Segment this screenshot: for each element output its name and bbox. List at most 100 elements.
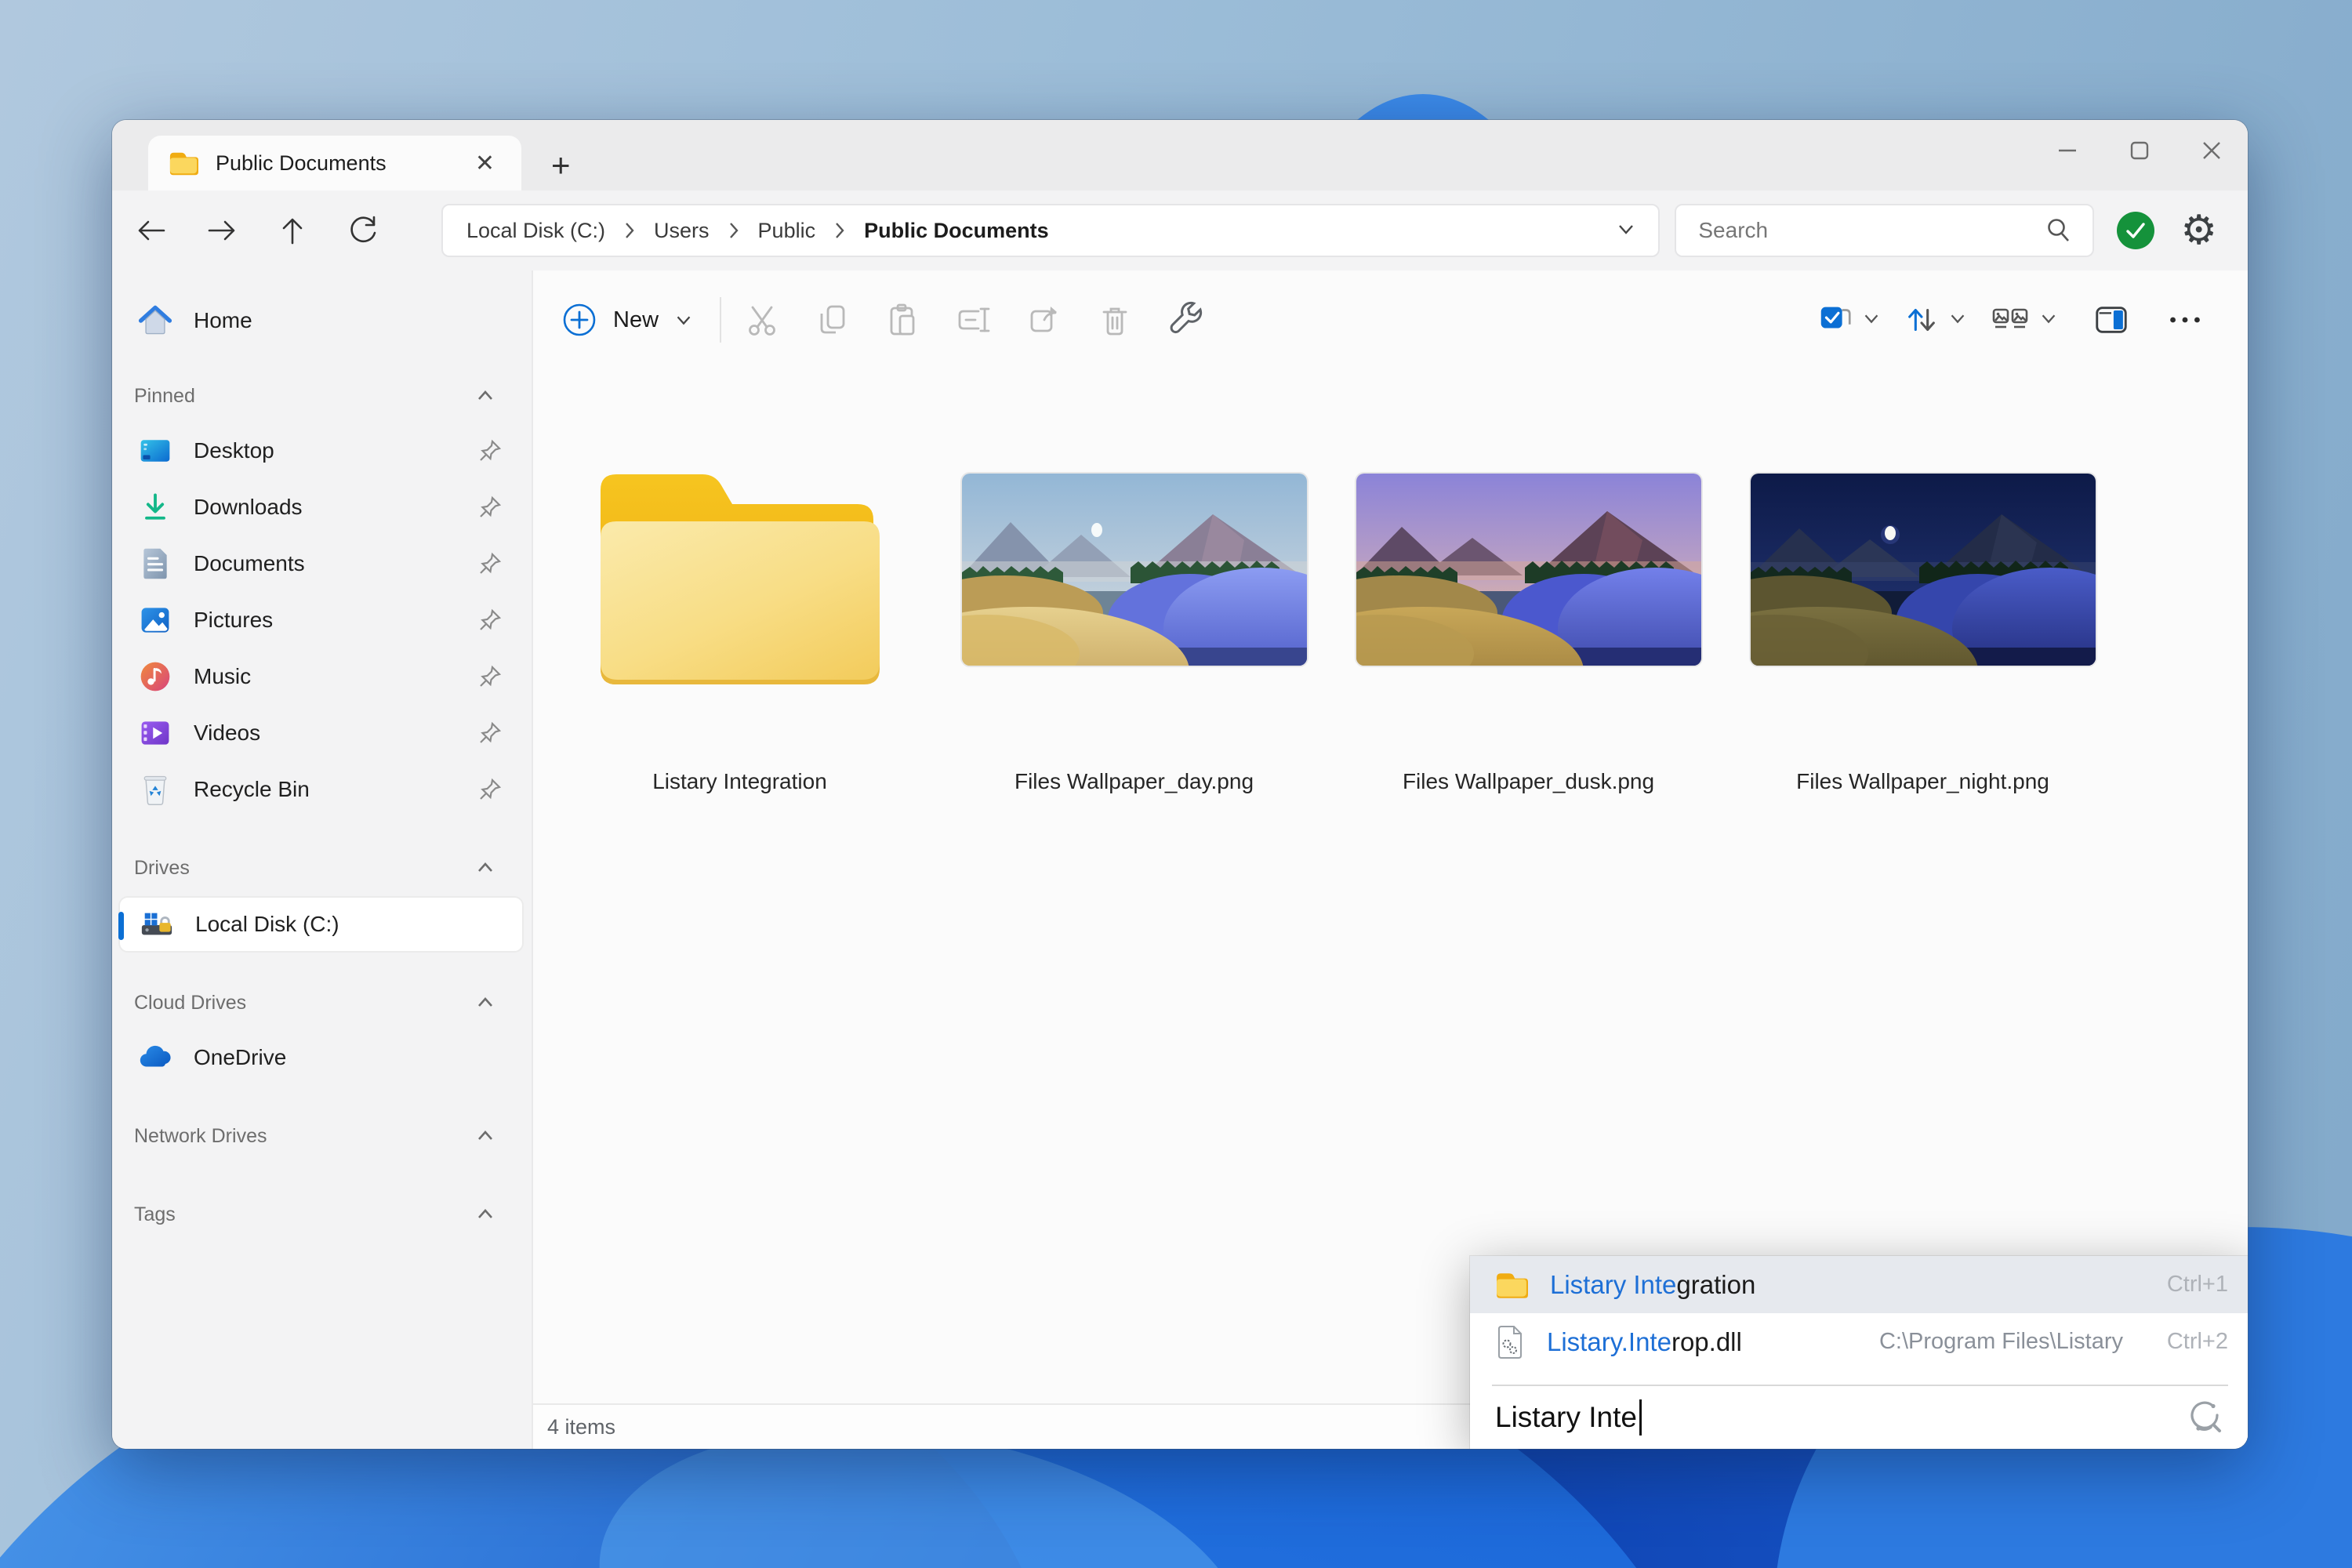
tools-wrench-button[interactable]	[1167, 301, 1204, 339]
new-button[interactable]: New	[554, 302, 702, 338]
sidebar-section-cloud-drives[interactable]: Cloud Drives	[112, 976, 532, 1029]
breadcrumb-segment[interactable]: Users	[654, 219, 710, 243]
sidebar-section-tags[interactable]: Tags	[112, 1188, 532, 1241]
result-shortcut: Ctrl+2	[2166, 1329, 2228, 1354]
chevron-up-icon[interactable]	[474, 1124, 497, 1148]
sort-dropdown-chevron-icon[interactable]	[1947, 307, 1969, 333]
up-button[interactable]	[275, 213, 310, 248]
maximize-button[interactable]	[2103, 120, 2176, 181]
more-options-button[interactable]	[2166, 301, 2204, 339]
back-button[interactable]	[134, 213, 169, 248]
onedrive-icon	[137, 1040, 173, 1076]
sidebar-item-videos[interactable]: Videos	[112, 705, 532, 761]
sidebar-item-desktop[interactable]: Desktop	[112, 423, 532, 479]
pin-icon[interactable]	[477, 550, 503, 577]
check-icon	[2126, 223, 2146, 238]
settings-gear-icon[interactable]: ⚙	[2180, 210, 2217, 251]
file-tile-wallpaper-day[interactable]: Files Wallpaper_day.png	[937, 448, 1331, 794]
pin-icon[interactable]	[477, 607, 503, 633]
file-tile-listary-integration[interactable]: Listary Integration	[543, 448, 937, 794]
chevron-up-icon[interactable]	[474, 1203, 497, 1226]
files-grid: Listary Integration Files Wallpaper_day.…	[533, 369, 2248, 1403]
file-name: Listary Integration	[652, 769, 827, 793]
breadcrumb-current[interactable]: Public Documents	[864, 219, 1049, 243]
new-button-label: New	[613, 307, 659, 332]
tab-close-icon[interactable]: ✕	[467, 150, 503, 177]
sidebar-item-recycle-bin[interactable]: Recycle Bin	[112, 761, 532, 818]
sidebar-item-local-disk-c[interactable]: Local Disk (C:)	[118, 896, 524, 953]
result-name: Listary.Interop.dll	[1547, 1327, 1742, 1356]
image-thumbnail-night	[1750, 473, 2096, 666]
sort-button[interactable]	[1903, 301, 1940, 339]
sidebar-section-network-drives[interactable]: Network Drives	[112, 1109, 532, 1163]
sidebar-item-label: Music	[194, 664, 252, 688]
pin-icon[interactable]	[477, 720, 503, 746]
sidebar-item-downloads[interactable]: Downloads	[112, 479, 532, 535]
tab-bar: Public Documents ✕ +	[112, 120, 2248, 191]
health-check-button[interactable]	[2117, 212, 2155, 249]
folder-large-icon	[600, 474, 880, 684]
text-caret	[1639, 1399, 1642, 1436]
sidebar-item-label: Local Disk (C:)	[195, 912, 339, 936]
search-input[interactable]: Search	[1675, 204, 2095, 257]
breadcrumb-segment[interactable]: Local Disk (C:)	[466, 219, 605, 243]
sidebar-item-label: OneDrive	[194, 1045, 287, 1069]
share-button[interactable]	[1025, 301, 1063, 339]
breadcrumb[interactable]: Local Disk (C:) Users Public Public Docu…	[441, 204, 1661, 257]
listary-result-folder[interactable]: Listary Integration Ctrl+1	[1470, 1256, 2248, 1313]
breadcrumb-segment[interactable]: Public	[758, 219, 816, 243]
new-tab-button[interactable]: +	[551, 147, 571, 191]
cut-button[interactable]	[743, 301, 781, 339]
layout-dropdown-chevron-icon[interactable]	[2038, 307, 2060, 333]
desktop-icon	[137, 433, 173, 469]
rename-button[interactable]	[955, 301, 993, 339]
sidebar: Home Pinned Desktop Downloads Documents …	[112, 270, 533, 1449]
sidebar-item-pictures[interactable]: Pictures	[112, 592, 532, 648]
listary-search-input[interactable]: Listary Inte	[1470, 1386, 2248, 1449]
listary-result-dll[interactable]: Listary.Interop.dll C:\Program Files\Lis…	[1470, 1313, 2248, 1370]
file-name: Files Wallpaper_night.png	[1796, 769, 2049, 793]
selection-accent-bar	[118, 912, 124, 940]
pin-icon[interactable]	[477, 494, 503, 521]
layout-view-button[interactable]	[1989, 301, 2031, 339]
address-bar-row: Local Disk (C:) Users Public Public Docu…	[112, 191, 2248, 270]
file-tile-wallpaper-dusk[interactable]: Files Wallpaper_dusk.png	[1331, 448, 1726, 794]
dll-file-icon	[1498, 1325, 1522, 1359]
chevron-up-icon[interactable]	[474, 384, 497, 408]
pin-icon[interactable]	[477, 437, 503, 464]
delete-button[interactable]	[1096, 301, 1134, 339]
sidebar-item-documents[interactable]: Documents	[112, 535, 532, 592]
copy-button[interactable]	[814, 301, 851, 339]
chevron-right-icon	[621, 220, 638, 241]
chevron-up-icon[interactable]	[474, 991, 497, 1014]
paste-button[interactable]	[884, 301, 922, 339]
preview-pane-button[interactable]	[2092, 301, 2130, 339]
forward-button[interactable]	[205, 213, 239, 248]
videos-icon	[137, 715, 173, 751]
pin-icon[interactable]	[477, 776, 503, 803]
select-dropdown-chevron-icon[interactable]	[1860, 307, 1882, 333]
refresh-button[interactable]	[346, 213, 380, 248]
folder-icon	[169, 152, 198, 176]
sidebar-item-home[interactable]: Home	[112, 292, 532, 349]
file-tile-wallpaper-night[interactable]: Files Wallpaper_night.png	[1726, 448, 2120, 794]
sidebar-item-label: Documents	[194, 551, 305, 575]
sidebar-item-music[interactable]: Music	[112, 648, 532, 705]
pin-icon[interactable]	[477, 663, 503, 690]
image-thumbnail-dusk	[1356, 473, 1701, 666]
close-window-button[interactable]	[2176, 120, 2248, 181]
search-placeholder: Search	[1698, 218, 1769, 242]
sidebar-item-label: Recycle Bin	[194, 777, 310, 801]
sidebar-item-onedrive[interactable]: OneDrive	[112, 1029, 532, 1086]
result-path: C:\Program Files\Listary	[1878, 1329, 2123, 1354]
sidebar-section-pinned[interactable]: Pinned	[112, 369, 532, 423]
query-text: Listary Inte	[1495, 1401, 1637, 1433]
listary-logo-icon	[2190, 1401, 2221, 1432]
sidebar-section-drives[interactable]: Drives	[112, 841, 532, 895]
minimize-button[interactable]	[2031, 120, 2103, 181]
address-dropdown-chevron-icon[interactable]	[1614, 217, 1638, 245]
toolbar: New	[533, 270, 2248, 369]
chevron-up-icon[interactable]	[474, 856, 497, 880]
select-button[interactable]	[1817, 301, 1854, 339]
tab-public-documents[interactable]: Public Documents ✕	[148, 136, 521, 191]
